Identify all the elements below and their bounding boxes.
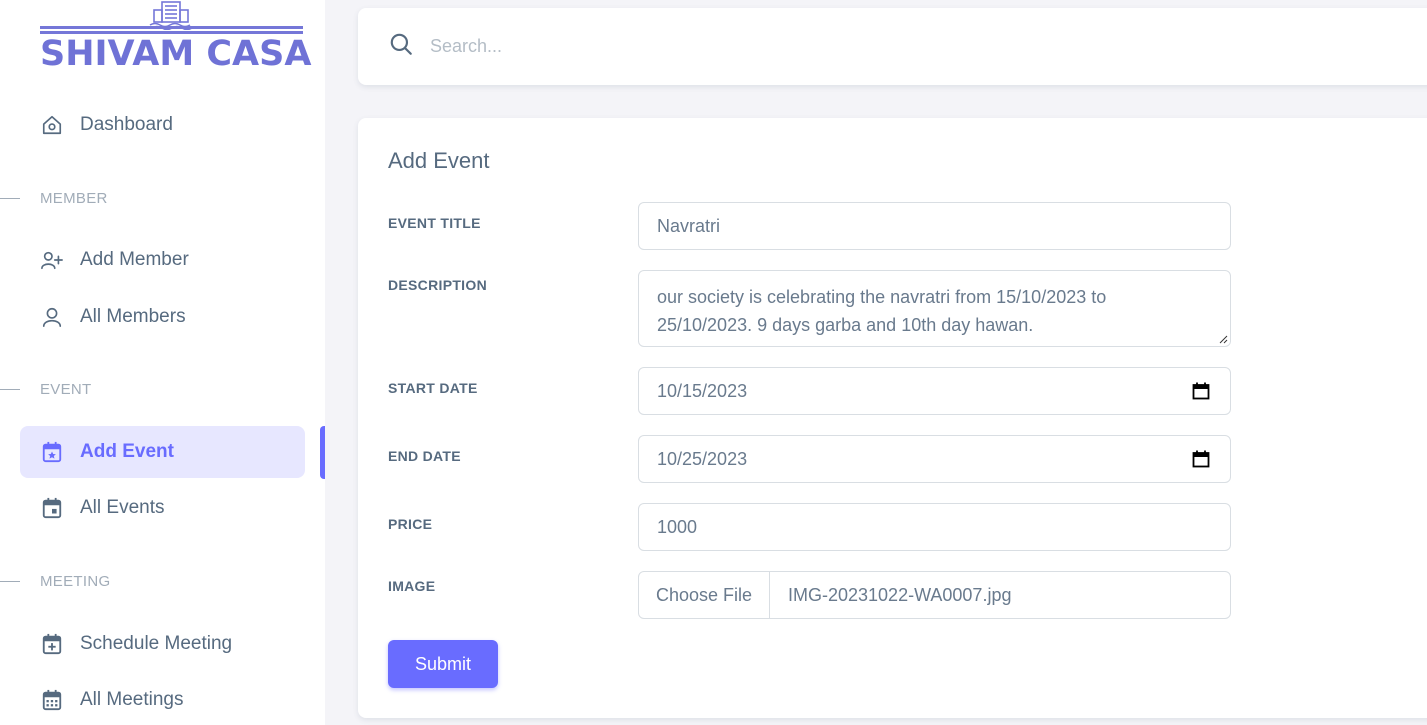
sidebar-item-add-member[interactable]: Add Member bbox=[20, 234, 305, 286]
start-date-label: START DATE bbox=[388, 380, 478, 396]
search-icon[interactable] bbox=[388, 31, 414, 62]
end-date-value: 10/25/2023 bbox=[657, 448, 748, 469]
event-title-input[interactable]: Navratri bbox=[638, 202, 1231, 250]
resize-handle-icon[interactable] bbox=[1218, 334, 1228, 344]
image-file-input[interactable]: Choose File IMG-20231022-WA0007.jpg bbox=[638, 571, 1231, 619]
section-header-event: EVENT bbox=[0, 379, 92, 399]
price-input[interactable]: 1000 bbox=[638, 503, 1231, 551]
home-icon bbox=[40, 113, 64, 137]
calendar-grid-icon bbox=[40, 688, 64, 712]
sidebar-item-add-event[interactable]: Add Event bbox=[20, 426, 305, 478]
brand-name: SHIVAM CASA bbox=[40, 34, 312, 74]
end-date-input[interactable]: 10/25/2023 bbox=[638, 435, 1231, 483]
start-date-value: 10/15/2023 bbox=[657, 380, 748, 401]
calendar-picker-icon[interactable] bbox=[1192, 450, 1210, 468]
sidebar: SHIVAM CASA Dashboard MEMBER Add Member … bbox=[0, 0, 325, 725]
calendar-picker-icon[interactable] bbox=[1192, 382, 1210, 400]
sidebar-item-label: Add Member bbox=[80, 249, 189, 270]
add-event-card: Add Event EVENT TITLE Navratri DESCRIPTI… bbox=[358, 118, 1427, 718]
event-title-label: EVENT TITLE bbox=[388, 215, 481, 231]
section-header-meeting: MEETING bbox=[0, 571, 110, 591]
description-value: our society is celebrating the navratri … bbox=[657, 287, 1107, 335]
sidebar-item-label: Schedule Meeting bbox=[80, 633, 233, 654]
section-header-member: MEMBER bbox=[0, 188, 108, 208]
page-title: Add Event bbox=[388, 148, 490, 173]
start-date-input[interactable]: 10/15/2023 bbox=[638, 367, 1231, 415]
search-bar bbox=[358, 8, 1427, 85]
file-name: IMG-20231022-WA0007.jpg bbox=[788, 584, 1012, 605]
calendar-plus-icon bbox=[40, 632, 64, 656]
sidebar-item-dashboard[interactable]: Dashboard bbox=[20, 99, 305, 151]
event-title-value: Navratri bbox=[657, 215, 721, 236]
search-input[interactable] bbox=[430, 36, 1030, 57]
sidebar-item-all-meetings[interactable]: All Meetings bbox=[20, 674, 305, 725]
description-textarea[interactable]: our society is celebrating the navratri … bbox=[638, 270, 1231, 347]
calendar-icon bbox=[40, 496, 64, 520]
price-value: 1000 bbox=[657, 516, 698, 537]
description-label: DESCRIPTION bbox=[388, 277, 487, 293]
active-indicator bbox=[320, 426, 325, 479]
choose-file-button[interactable]: Choose File bbox=[639, 572, 770, 618]
brand-logo[interactable]: SHIVAM CASA bbox=[40, 0, 312, 80]
price-label: PRICE bbox=[388, 516, 433, 532]
user-icon bbox=[40, 305, 64, 329]
sidebar-item-label: All Members bbox=[80, 306, 186, 327]
user-plus-icon bbox=[40, 248, 64, 272]
sidebar-item-label: Dashboard bbox=[80, 114, 173, 135]
sidebar-item-label: Add Event bbox=[80, 441, 174, 462]
sidebar-item-schedule-meeting[interactable]: Schedule Meeting bbox=[20, 618, 305, 670]
end-date-label: END DATE bbox=[388, 448, 461, 464]
calendar-star-icon bbox=[40, 440, 64, 464]
sidebar-item-all-events[interactable]: All Events bbox=[20, 482, 305, 534]
image-label: IMAGE bbox=[388, 578, 436, 594]
submit-button[interactable]: Submit bbox=[388, 640, 498, 688]
sidebar-item-label: All Events bbox=[80, 497, 165, 518]
sidebar-item-all-members[interactable]: All Members bbox=[20, 291, 305, 343]
sidebar-item-label: All Meetings bbox=[80, 689, 184, 710]
